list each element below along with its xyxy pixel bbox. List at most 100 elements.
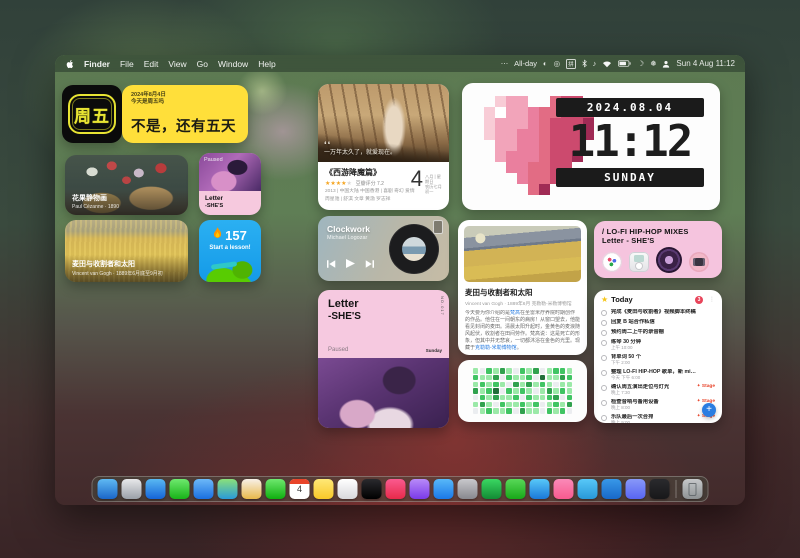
contribution-cell[interactable]	[547, 408, 553, 414]
contribution-cell[interactable]	[480, 382, 486, 388]
apple-menu-icon[interactable]	[65, 59, 75, 69]
contribution-cell[interactable]	[547, 375, 553, 381]
menu-finder[interactable]: Finder	[84, 59, 110, 69]
contribution-cell[interactable]	[540, 388, 546, 394]
contribution-cell[interactable]	[567, 408, 573, 414]
contribution-cell[interactable]	[526, 388, 532, 394]
contribution-cell[interactable]	[520, 382, 526, 388]
contribution-cell[interactable]	[473, 368, 479, 374]
dock-podcasts-icon[interactable]	[410, 479, 430, 499]
contribution-cell[interactable]	[513, 388, 519, 394]
contribution-cell[interactable]	[560, 395, 566, 401]
contribution-cell[interactable]	[506, 402, 512, 408]
menu-window[interactable]: Window	[218, 59, 248, 69]
contribution-cell[interactable]	[520, 368, 526, 374]
contribution-cell[interactable]	[547, 388, 553, 394]
contribution-cell[interactable]	[553, 388, 559, 394]
dock-facetime-icon[interactable]	[266, 479, 286, 499]
contribution-cell[interactable]	[500, 382, 506, 388]
contribution-cell[interactable]	[520, 388, 526, 394]
dock-telegram-icon[interactable]	[578, 479, 598, 499]
reminder-item[interactable]: 预约周二上午的录音棚	[601, 327, 715, 337]
vinyl-mix-icon[interactable]	[656, 247, 682, 273]
dock-music-icon[interactable]	[386, 479, 406, 499]
dock-maps-icon[interactable]	[218, 479, 238, 499]
ipod-mix-icon[interactable]	[629, 252, 649, 272]
contribution-cell[interactable]	[473, 375, 479, 381]
more-status-icon[interactable]: ⋯	[501, 59, 509, 68]
contribution-cell[interactable]	[560, 368, 566, 374]
contribution-cell[interactable]	[553, 408, 559, 414]
contribution-cell[interactable]	[533, 395, 539, 401]
habit-grid-widget[interactable]	[458, 360, 587, 422]
contribution-cell[interactable]	[526, 402, 532, 408]
artwork-article-widget[interactable]: 麦田与收割者和太阳 Vincent van Gogh · 1889年6月 克勒勒…	[458, 220, 587, 355]
contribution-cell[interactable]	[520, 395, 526, 401]
contribution-cell[interactable]	[533, 382, 539, 388]
contribution-cell[interactable]	[533, 375, 539, 381]
contribution-cell[interactable]	[500, 402, 506, 408]
play-icon[interactable]	[346, 255, 355, 273]
contribution-cell[interactable]	[473, 388, 479, 394]
reminder-checkbox[interactable]	[601, 400, 607, 406]
reminder-item[interactable]: 练琴 30 分钟上午 10:00	[601, 337, 715, 352]
reminder-checkbox[interactable]	[601, 385, 607, 391]
contribution-cell[interactable]	[513, 375, 519, 381]
reminder-item[interactable]: 回复 B 站合作私信	[601, 317, 715, 327]
contribution-cell[interactable]	[547, 402, 553, 408]
contribution-cell[interactable]	[493, 382, 499, 388]
friday-countdown-widget[interactable]: 2024年8月4日 今天是周五吗 不是，还有五天	[122, 85, 248, 143]
contribution-cell[interactable]	[567, 395, 573, 401]
menu-help[interactable]: Help	[258, 59, 275, 69]
contribution-cell[interactable]	[560, 402, 566, 408]
contribution-cell[interactable]	[526, 395, 532, 401]
contribution-cell[interactable]	[493, 408, 499, 414]
reminder-item[interactable]: 乐队最后一次合排晚上 9:00✦ Stage	[601, 412, 715, 423]
dock-notes-icon[interactable]	[314, 479, 334, 499]
dock-messages-icon[interactable]	[170, 479, 190, 499]
dock-tv-icon[interactable]	[362, 479, 382, 499]
reminder-checkbox[interactable]	[601, 370, 607, 376]
reminder-checkbox[interactable]	[601, 415, 607, 421]
focus-icon[interactable]: ☽	[637, 59, 644, 68]
dock-mail-icon[interactable]	[194, 479, 214, 499]
contribution-cell[interactable]	[553, 368, 559, 374]
contribution-cell[interactable]	[526, 368, 532, 374]
contribution-cell[interactable]	[500, 368, 506, 374]
more-options-icon[interactable]: ⋮	[709, 296, 715, 303]
dock-trash-icon[interactable]	[683, 479, 703, 499]
contribution-cell[interactable]	[560, 382, 566, 388]
contribution-cell[interactable]	[493, 388, 499, 394]
contribution-cell[interactable]	[513, 395, 519, 401]
dock-photos-icon[interactable]	[242, 479, 262, 499]
contribution-cell[interactable]	[500, 388, 506, 394]
contribution-cell[interactable]	[486, 402, 492, 408]
contribution-cell[interactable]	[506, 375, 512, 381]
next-track-icon[interactable]	[365, 255, 374, 273]
cezanne-painting-widget[interactable]: 花果静物画 Paul Cézanne · 1890	[65, 155, 188, 215]
contribution-cell[interactable]	[473, 395, 479, 401]
contribution-cell[interactable]	[493, 375, 499, 381]
dock-vscode-icon[interactable]	[602, 479, 622, 499]
contribution-cell[interactable]	[540, 382, 546, 388]
allday-status-label[interactable]: All-day	[514, 59, 537, 68]
previous-track-icon[interactable]	[327, 255, 336, 273]
doodle-mix-icon[interactable]	[602, 252, 622, 272]
dock-figma-icon[interactable]	[650, 479, 670, 499]
menu-file[interactable]: File	[120, 59, 134, 69]
contribution-cell[interactable]	[500, 395, 506, 401]
contribution-cell[interactable]	[553, 402, 559, 408]
contribution-cell[interactable]	[533, 402, 539, 408]
contribution-cell[interactable]	[540, 408, 546, 414]
movie-widget[interactable]: ❛❛ 一万年太久了，就爱现在。 《西游降魔篇》 ★★★★★ 豆瓣评分 7.2 2…	[318, 84, 449, 210]
article-link[interactable]: 克勒勒-米勒博物馆	[475, 345, 517, 351]
dock-wechat-icon[interactable]	[506, 479, 526, 499]
reminder-checkbox[interactable]	[601, 320, 607, 326]
contribution-cell[interactable]	[540, 368, 546, 374]
letter-music-widget[interactable]: Letter -SHE'S Paused Sunday NO.017	[318, 290, 449, 428]
contribution-cell[interactable]	[493, 395, 499, 401]
contribution-cell[interactable]	[486, 395, 492, 401]
contribution-cell[interactable]	[513, 368, 519, 374]
dock-safari-icon[interactable]	[146, 479, 166, 499]
cassette-mix-icon[interactable]	[689, 252, 709, 272]
